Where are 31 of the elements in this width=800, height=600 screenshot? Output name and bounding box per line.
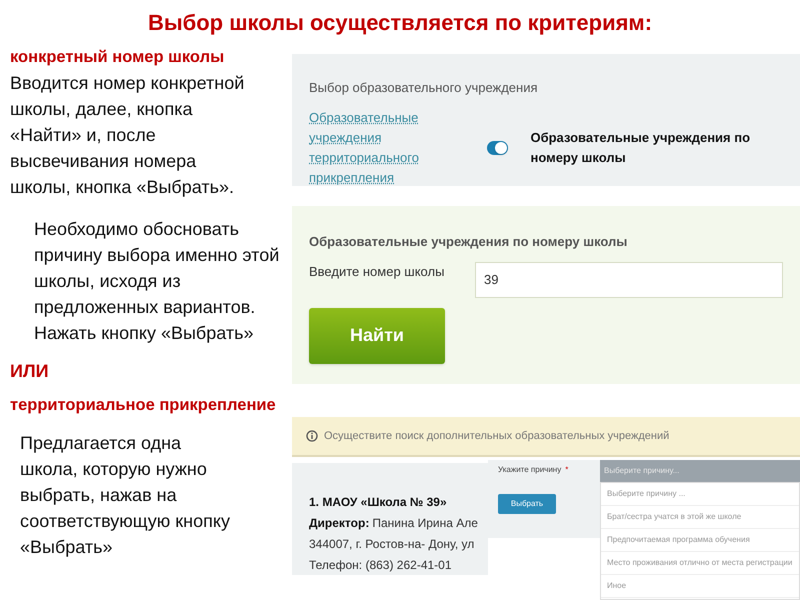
reason-label: Укажите причину: [498, 464, 562, 476]
instruction-text: Необходимо обосновать причину выбора именно этой школы, исходя из предложенных вариантов. Нажать кнопку «Выбрать»: [33, 218, 280, 345]
dropdown-option[interactable]: Иное: [601, 575, 799, 598]
choose-button[interactable]: Выбрать: [498, 494, 556, 514]
director-label: Директор:: [309, 515, 370, 532]
dropdown-option[interactable]: Место проживания отлично от места регистрации: [601, 552, 799, 575]
number-option-label[interactable]: Образовательные учреждения по номеру школы: [530, 128, 783, 168]
director-name: Панина Ирина Але: [372, 515, 478, 532]
section-heading: конкретный номер школы: [10, 47, 224, 68]
school-name: 1. МАОУ «Школа № 39»: [309, 494, 448, 511]
reason-select[interactable]: Выберите причину...: [600, 460, 800, 482]
field-label: Введите номер школы: [309, 262, 446, 281]
panel-title: Образовательные учреждения по номеру школы: [309, 233, 628, 251]
territorial-option-link[interactable]: Образовательные учреждения территориального прикрепления: [309, 108, 488, 188]
dropdown-option[interactable]: Предпочитаемая программа обучения: [601, 529, 799, 552]
dropdown-option[interactable]: Выберите причину ...: [601, 483, 799, 506]
info-text: Осуществите поиск дополнительных образовательных учреждений: [324, 428, 670, 444]
info-icon: [306, 430, 318, 442]
slide-title: Выбор школы осуществляется по критериям:: [148, 9, 652, 37]
school-address: 344007, г. Ростов-на- Дону, ул: [309, 536, 476, 553]
toggle-switch[interactable]: [487, 140, 508, 154]
instruction-text: Вводится номер конкретной школы, далее, кнопка «Найти» и, после высвечивания номера школы, кнопка «Выбрать».: [10, 72, 246, 199]
section-heading: ИЛИ: [10, 360, 49, 383]
required-mark: *: [565, 464, 568, 476]
dropdown-option[interactable]: Брат/сестра учатся в этой же школе: [601, 506, 799, 529]
school-number-field[interactable]: 39: [475, 262, 783, 298]
panel-title: Выбор образовательного учреждения: [309, 79, 539, 97]
section-heading: территориальное прикрепление: [10, 394, 276, 416]
school-phone: Телефон: (863) 262-41-01: [309, 557, 453, 574]
instruction-text: Предлагается одна школа, которую нужно выбрать, нажав на соответствующую кнопку «Выбрать»: [19, 432, 230, 559]
find-button[interactable]: Найти: [309, 308, 445, 364]
